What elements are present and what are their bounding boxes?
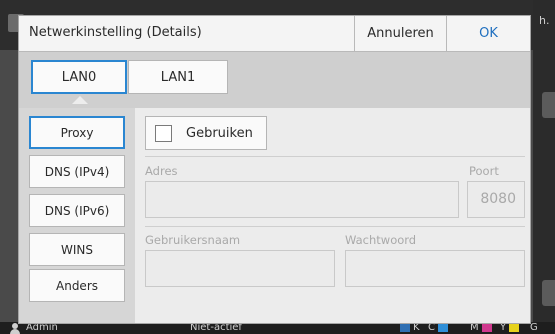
- divider: [145, 156, 525, 157]
- use-proxy-checkbox[interactable]: [155, 124, 172, 142]
- username-label: Gebruikersnaam: [145, 233, 241, 247]
- side-menu-item-wins[interactable]: WINS: [29, 233, 125, 266]
- divider: [145, 226, 525, 227]
- tab-lan0[interactable]: LAN0: [31, 60, 127, 94]
- tab-lan1[interactable]: LAN1: [128, 60, 228, 94]
- ink-level-bar: [400, 324, 410, 332]
- use-proxy-label: Gebruiken: [186, 125, 253, 141]
- password-field[interactable]: [345, 250, 525, 287]
- background-app-side-tab: [542, 92, 555, 118]
- port-value: 8080: [480, 191, 516, 207]
- user-icon: [10, 323, 20, 334]
- password-label: Wachtwoord: [345, 233, 417, 247]
- lan-tab-bar: LAN0 LAN1: [19, 52, 530, 108]
- ink-level-bar: [481, 324, 492, 332]
- address-field[interactable]: [145, 181, 459, 218]
- use-proxy-toggle[interactable]: Gebruiken: [145, 116, 267, 150]
- side-menu-item-anders[interactable]: Anders: [29, 269, 125, 302]
- settings-side-menu: Proxy DNS (IPv4) DNS (IPv6) WINS Anders: [19, 108, 135, 323]
- background-app-side-tab: [542, 280, 555, 306]
- address-label: Adres: [145, 164, 178, 178]
- ink-level-bar: [509, 324, 520, 332]
- port-label: Poort: [469, 164, 499, 178]
- side-menu-item-dns-ipv6[interactable]: DNS (IPv6): [29, 194, 125, 227]
- ink-label: G: [530, 322, 538, 333]
- username-field[interactable]: [145, 250, 335, 287]
- settings-content: Proxy DNS (IPv4) DNS (IPv6) WINS Anders …: [19, 108, 530, 323]
- selected-tab-pointer: [72, 96, 88, 104]
- side-menu-item-dns-ipv4[interactable]: DNS (IPv4): [29, 155, 125, 188]
- dialog-title: Netwerkinstelling (Details): [29, 25, 202, 40]
- side-menu-item-proxy[interactable]: Proxy: [29, 116, 125, 149]
- cancel-button[interactable]: Annuleren: [354, 16, 446, 51]
- dialog-titlebar: Netwerkinstelling (Details) Annuleren OK: [19, 16, 530, 52]
- port-field[interactable]: 8080: [467, 181, 525, 218]
- ink-level-bar: [437, 324, 448, 332]
- proxy-panel: Gebruiken Adres Poort 8080 Gebruikersnaa…: [135, 108, 530, 323]
- ok-button[interactable]: OK: [446, 16, 530, 51]
- ink-level-g: G: [530, 322, 538, 334]
- network-settings-dialog: Netwerkinstelling (Details) Annuleren OK…: [18, 15, 531, 324]
- background-app-text: h.: [539, 14, 550, 27]
